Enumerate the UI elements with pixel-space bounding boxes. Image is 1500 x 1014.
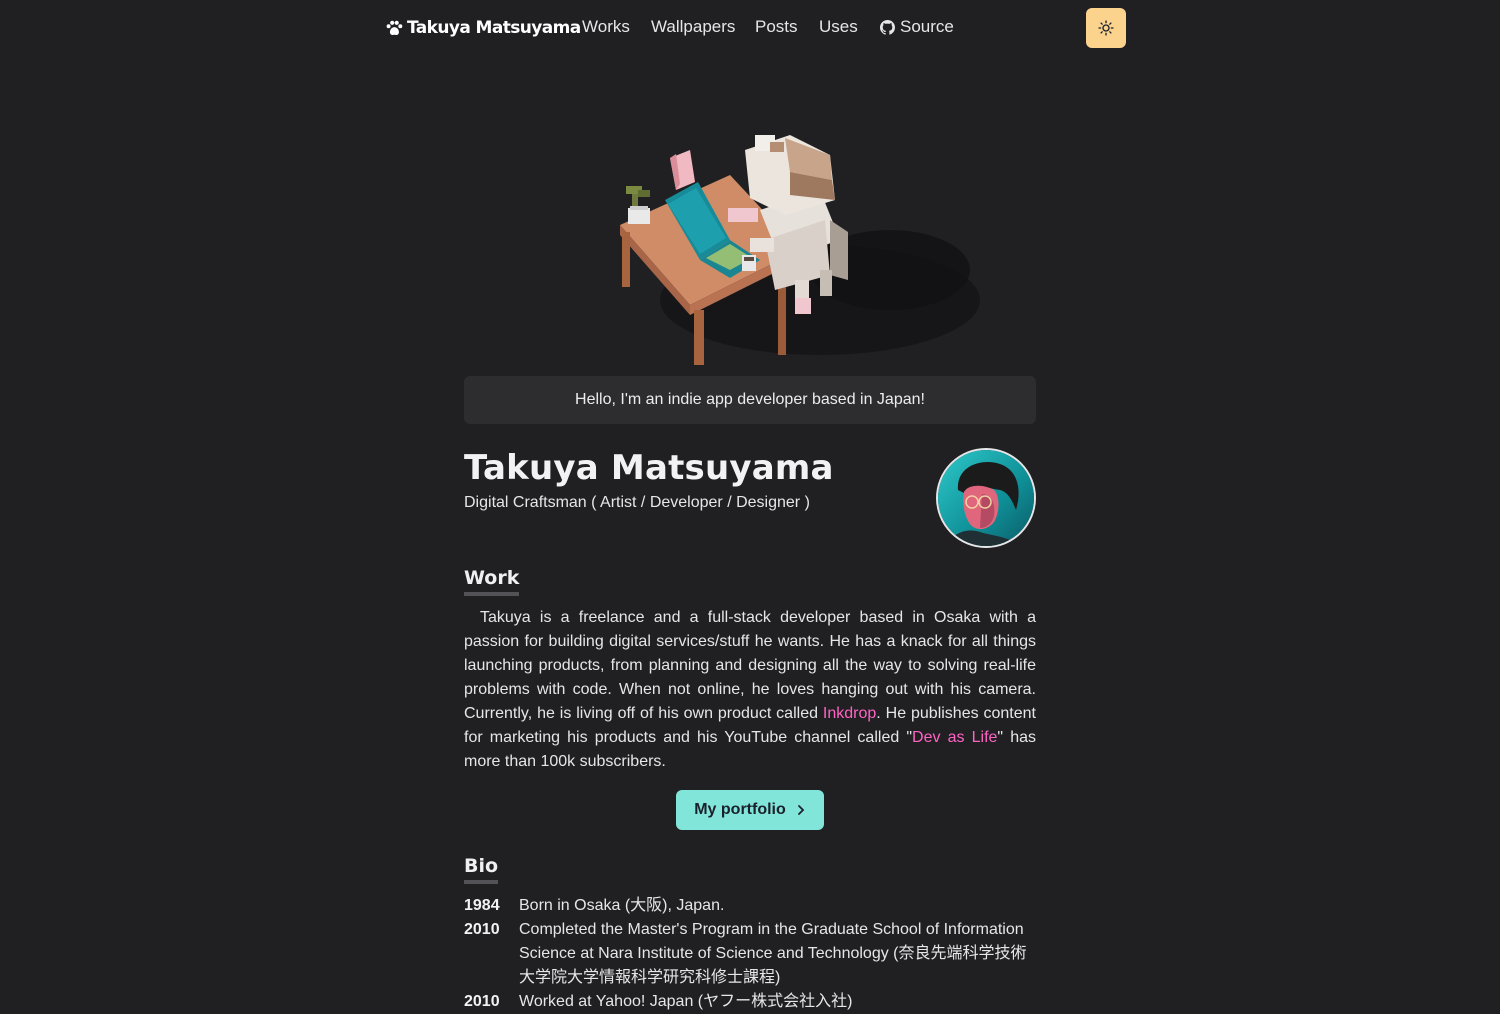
avatar [936,448,1036,548]
work-paragraph: Takuya is a freelance and a full-stack d… [464,606,1036,774]
paw-icon [386,20,403,35]
nav-link-works[interactable]: Works [582,17,630,37]
bio-entry: 2010 Completed the Master's Program in t… [464,918,1036,990]
bio-year: 2010 [464,993,500,1010]
greeting-banner: Hello, I'm an indie app developer based … [464,376,1036,424]
github-icon [880,19,895,35]
bio-text: Born in Osaka (大阪), Japan. [519,897,725,914]
bio-entry: 2010 Worked at Yahoo! Japan (ヤフー株式会社入社) [464,990,1036,1014]
bio-section-heading: Bio [464,855,499,884]
portfolio-button-label: My portfolio [694,801,786,818]
bio-list: 1984 Born in Osaka (大阪), Japan. 2010 Com… [464,894,1036,1014]
bio-entry: 1984 Born in Osaka (大阪), Japan. [464,894,1036,918]
work-section-heading: Work [464,567,520,596]
my-portfolio-button[interactable]: My portfolio [676,790,824,830]
navbar: Takuya Matsuyama Works Wallpapers Posts … [0,0,1500,56]
nav-link-wallpapers[interactable]: Wallpapers [651,17,735,37]
bio-year: 2010 [464,921,500,938]
profile-name: Takuya Matsuyama [464,448,834,488]
nav-link-source[interactable]: Source [880,17,954,37]
theme-toggle-button[interactable] [1086,8,1126,48]
dev-as-life-link[interactable]: Dev as Life [912,729,997,746]
hero-voxel-illustration [590,120,990,370]
bio-text: Completed the Master's Program in the Gr… [519,921,1027,986]
inkdrop-link[interactable]: Inkdrop [823,705,876,722]
sun-icon [1098,20,1114,36]
bio-text: Worked at Yahoo! Japan (ヤフー株式会社入社) [519,993,853,1010]
nav-link-uses[interactable]: Uses [819,17,858,37]
nav-link-posts[interactable]: Posts [755,17,798,37]
source-label: Source [900,17,954,36]
bio-year: 1984 [464,897,500,914]
chevron-right-icon [797,805,805,815]
profile-tagline: Digital Craftsman ( Artist / Developer /… [464,494,810,511]
logo-text: Takuya Matsuyama [407,18,581,38]
home-logo-link[interactable]: Takuya Matsuyama [385,14,581,42]
